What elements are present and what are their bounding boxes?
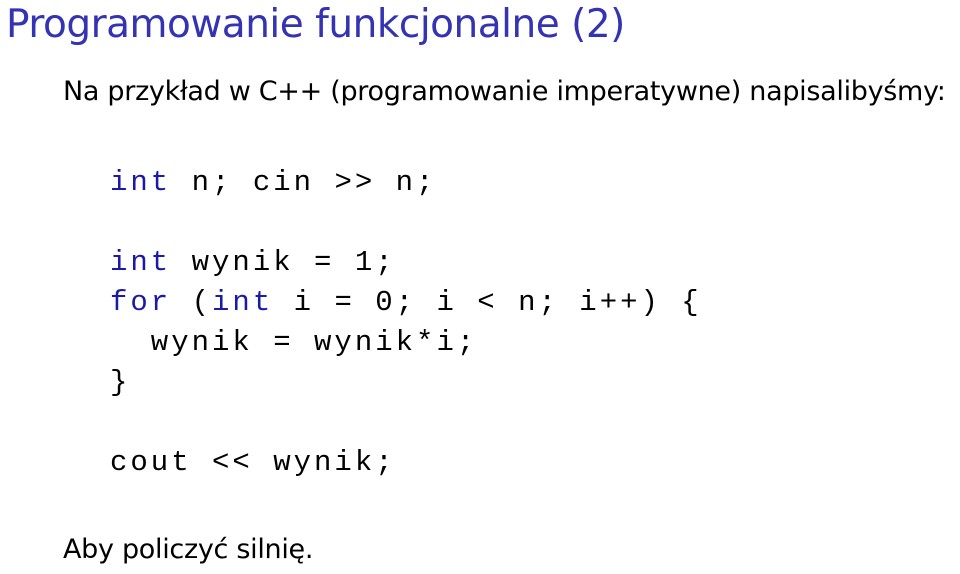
keyword: int: [212, 286, 274, 319]
keyword: for: [110, 286, 172, 319]
code-text: (: [171, 286, 213, 319]
code-line-2: int wynik = 1;: [110, 246, 396, 279]
code-text: n; cin >> n;: [171, 166, 437, 199]
code-line-5: }: [110, 366, 131, 399]
keyword: int: [110, 166, 172, 199]
intro-text: Na przykład w C++ (programowanie imperat…: [63, 76, 946, 107]
slide-title: Programowanie funkcjonalne (2): [6, 2, 625, 47]
code-text: i = 0; i < n; i++) {: [273, 286, 702, 319]
code-line-3: for (int i = 0; i < n; i++) {: [110, 286, 702, 319]
outro-text: Aby policzyć silnię.: [63, 534, 314, 565]
code-line-1: int n; cin >> n;: [110, 166, 436, 199]
code-line-4: wynik = wynik*i;: [110, 326, 478, 359]
keyword: int: [110, 246, 172, 279]
code-text: wynik = 1;: [171, 246, 396, 279]
code-line-6: cout << wynik;: [110, 446, 396, 479]
